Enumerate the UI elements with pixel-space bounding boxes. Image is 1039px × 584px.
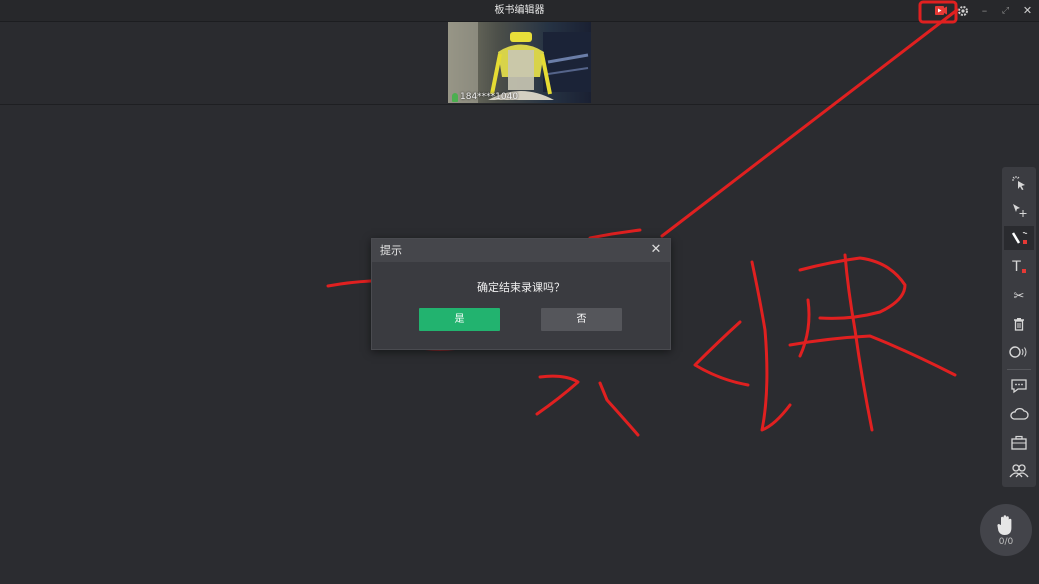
gear-icon[interactable] — [954, 2, 971, 19]
annotation-stroke — [598, 381, 640, 437]
toolbar-divider — [1007, 369, 1031, 370]
text-icon[interactable]: T — [1004, 255, 1034, 279]
record-icon[interactable] — [932, 2, 949, 19]
annotation-stroke — [798, 256, 907, 320]
video-frame — [448, 22, 591, 103]
annotation-stroke — [326, 279, 373, 288]
video-strip: 184****1040 — [0, 22, 1039, 105]
scissors-icon[interactable]: ✂ — [1004, 284, 1034, 308]
confirm-dialog: 提示 ✕ 确定结束录课吗？ 是 否 — [371, 238, 671, 350]
trash-icon[interactable] — [1004, 312, 1034, 336]
toolbox-icon[interactable] — [1004, 430, 1034, 454]
participant-label: 184****1040 — [452, 92, 518, 102]
sound-wave-icon[interactable] — [1004, 340, 1034, 364]
minimize-button[interactable]: – — [976, 2, 993, 19]
select-move-icon[interactable] — [1004, 198, 1034, 222]
annotation-stroke — [788, 334, 957, 377]
laser-pointer-icon[interactable] — [1004, 171, 1034, 195]
hand-raise-button[interactable]: 0/0 — [980, 504, 1032, 556]
maximize-button[interactable]: ⤢ — [997, 2, 1014, 19]
title-bar: 板书编辑器 – ⤢ ✕ — [0, 0, 1039, 22]
dialog-title: 提示 — [380, 244, 402, 257]
chat-icon[interactable] — [1004, 374, 1034, 398]
dialog-message: 确定结束录课吗？ — [477, 281, 565, 294]
scissors-glyph: ✂ — [1013, 288, 1025, 304]
pen-icon[interactable] — [1004, 226, 1034, 250]
close-icon[interactable]: ✕ — [648, 242, 664, 258]
participant-name: 184****1040 — [460, 92, 519, 102]
annotation-stroke — [693, 320, 750, 387]
annotation-stroke — [750, 260, 792, 432]
annotation-stroke — [588, 228, 642, 240]
text-tool-glyph: T — [1012, 259, 1021, 275]
annotation-stroke — [843, 253, 874, 432]
close-window-button[interactable]: ✕ — [1019, 2, 1036, 19]
participant-video[interactable]: 184****1040 — [448, 22, 591, 103]
annotation-stroke — [798, 298, 811, 358]
users-icon[interactable] — [1004, 458, 1034, 482]
annotation-stroke — [535, 374, 580, 416]
right-toolbar: T ✂ — [1002, 167, 1036, 487]
mic-icon — [452, 92, 458, 102]
hand-raise-count: 0/0 — [998, 536, 1014, 547]
hand-icon — [997, 514, 1012, 535]
dialog-header: 提示 ✕ — [372, 239, 670, 262]
window-title: 板书编辑器 — [494, 5, 545, 16]
no-button[interactable]: 否 — [541, 308, 622, 331]
cloud-icon[interactable] — [1004, 402, 1034, 426]
yes-button[interactable]: 是 — [419, 308, 500, 331]
